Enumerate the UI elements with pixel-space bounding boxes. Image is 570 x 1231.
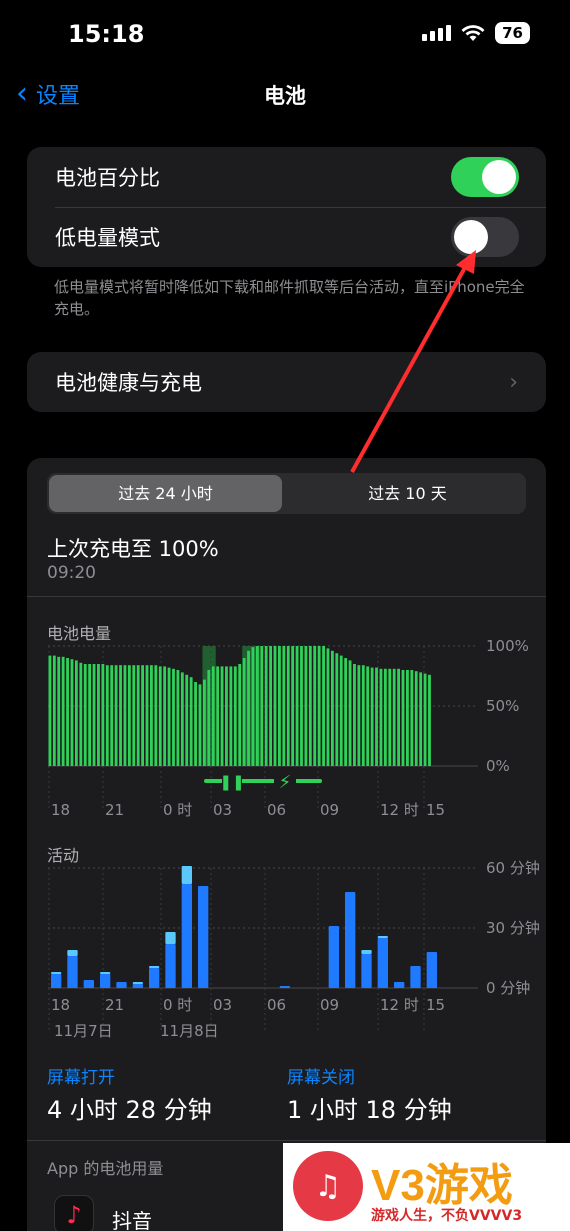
annotation-arrow bbox=[350, 250, 476, 473]
watermark-brand: V3游戏 bbox=[371, 1161, 513, 1210]
watermark: ♫ V3游戏 游戏人生，不负VVVV3 bbox=[283, 1143, 570, 1231]
game-controller-logo-icon: ♫ bbox=[293, 1151, 363, 1221]
watermark-slogan: 游戏人生，不负VVVV3 bbox=[371, 1208, 523, 1224]
